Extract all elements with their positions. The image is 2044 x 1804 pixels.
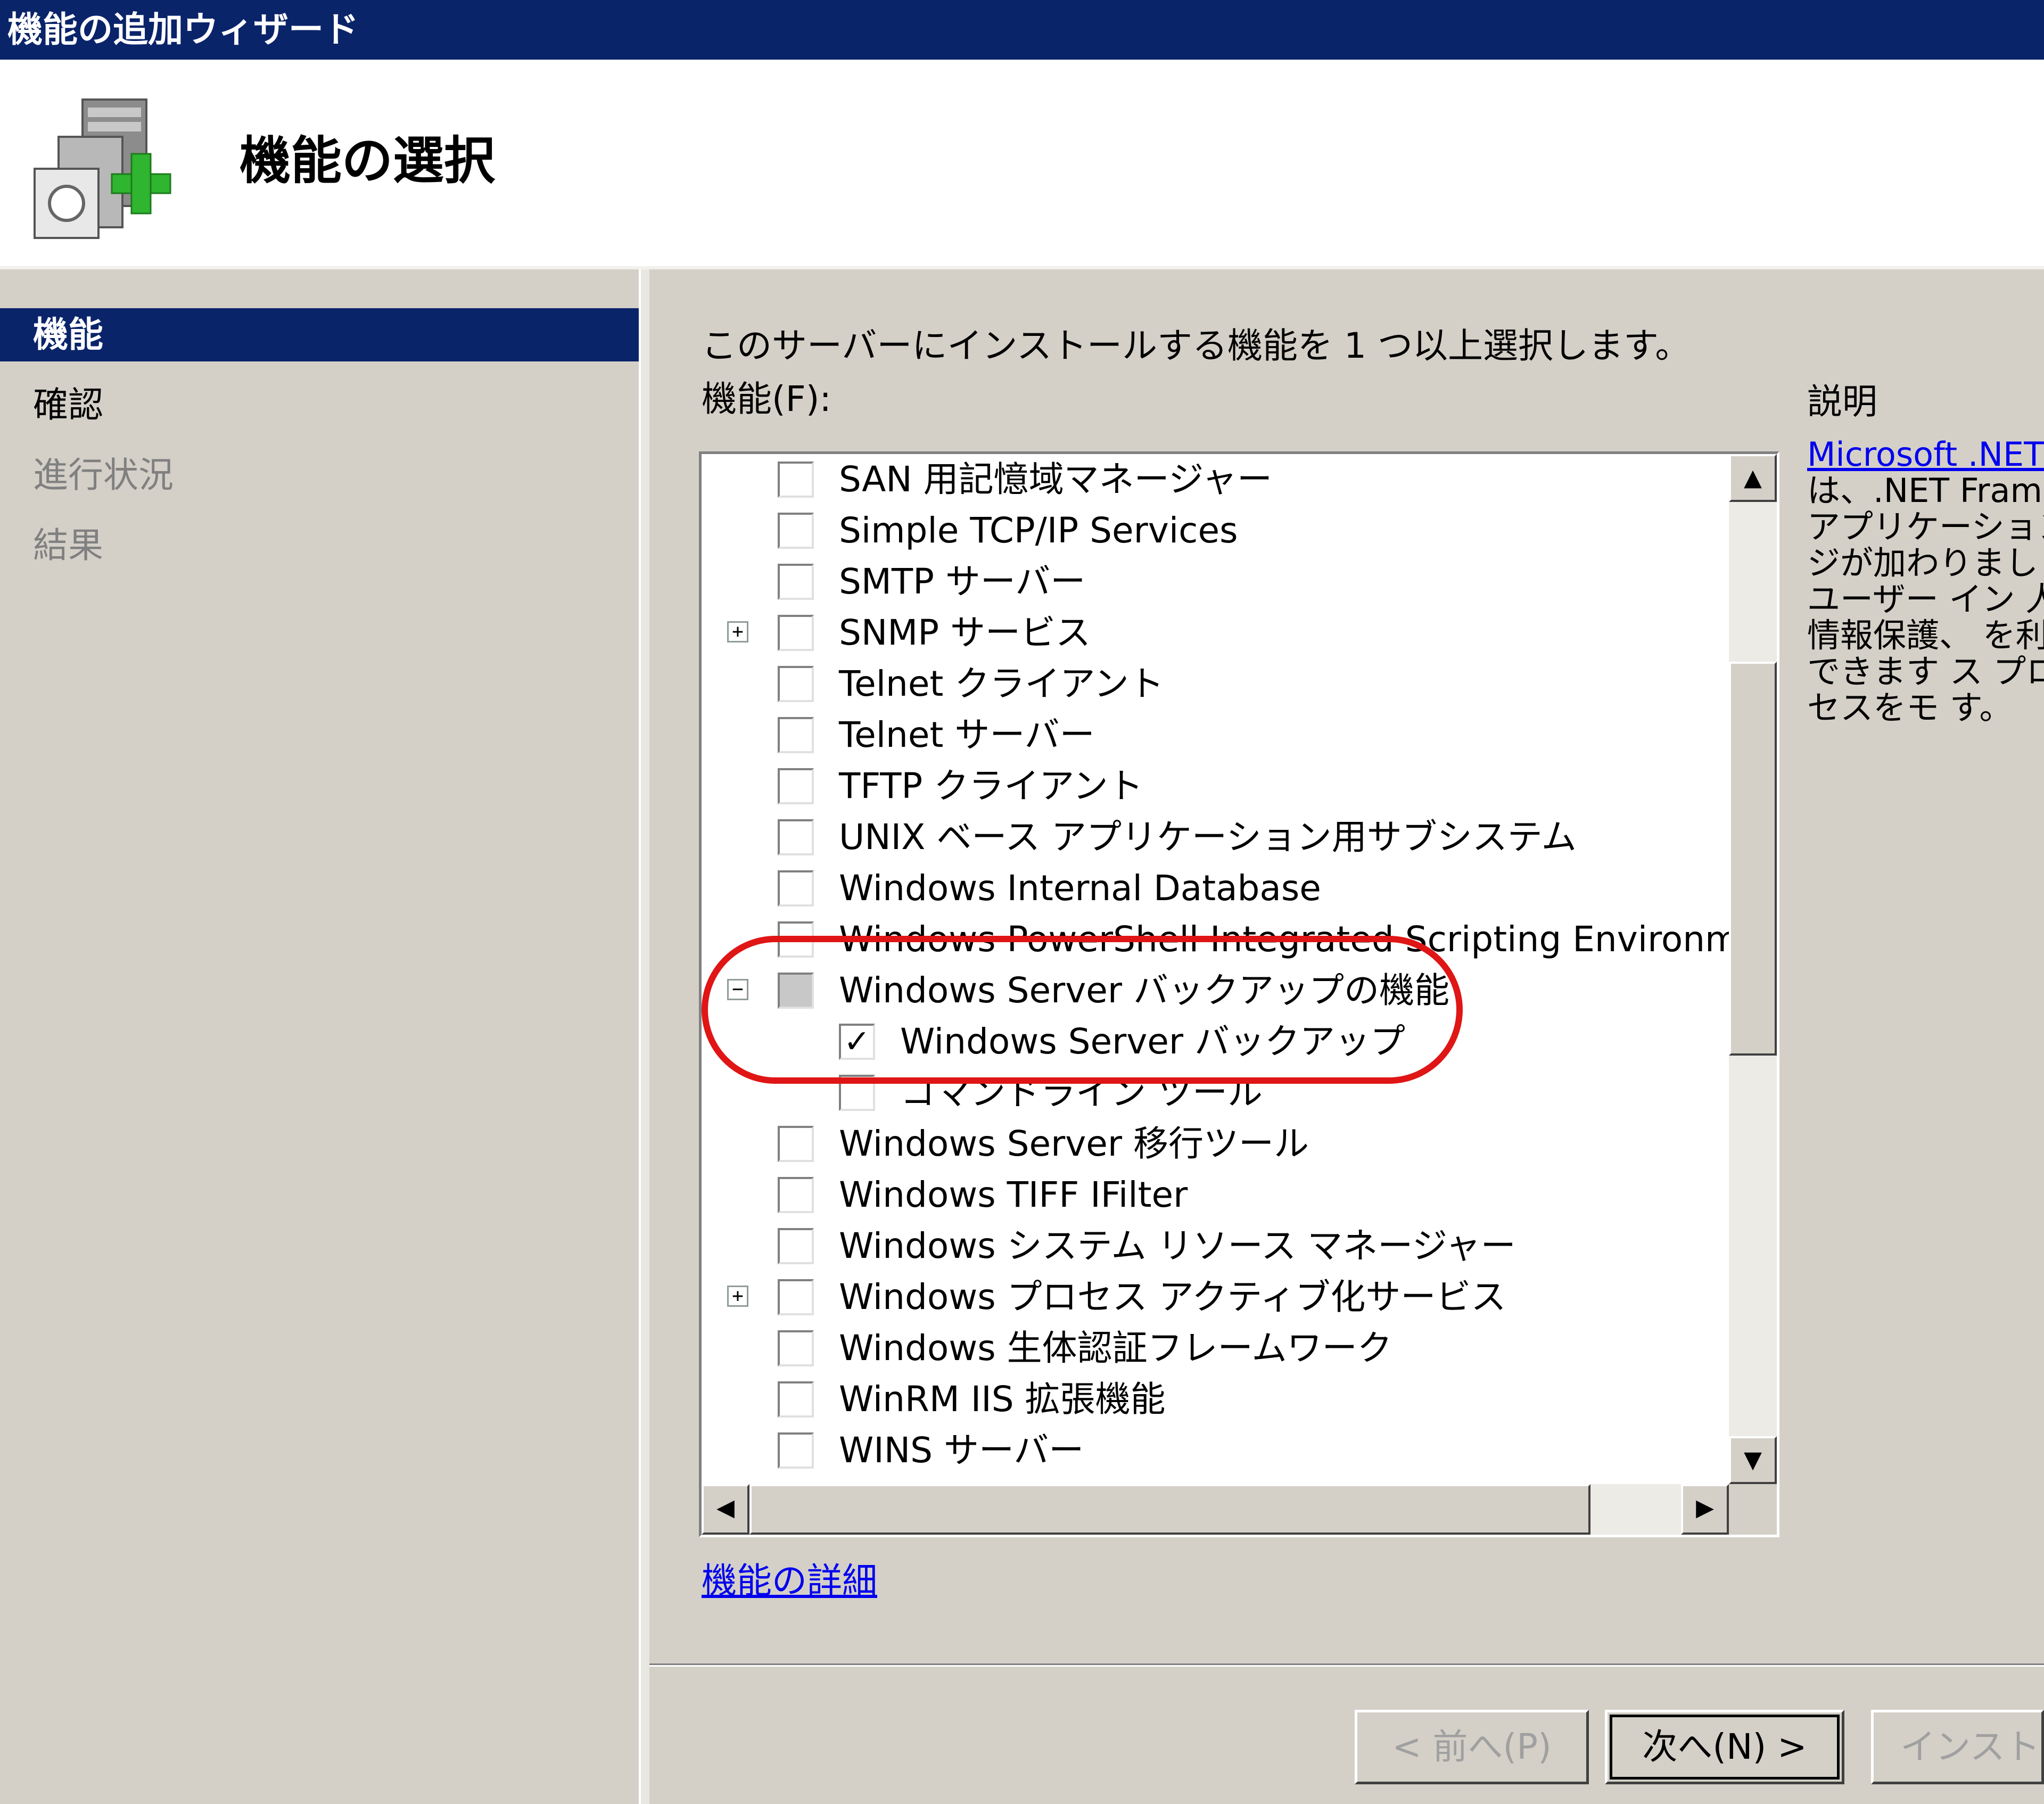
feature-label: Windows 生体認証フレームワーク	[839, 1328, 1392, 1369]
feature-label: Windows システム リソース マネージャー	[839, 1225, 1516, 1266]
sidebar-divider	[639, 269, 649, 1804]
feature-label: WINS サーバー	[839, 1430, 1084, 1471]
feature-row[interactable]: SMTP サーバー	[702, 556, 1729, 607]
feature-row[interactable]: Windows 生体認証フレームワーク	[702, 1323, 1729, 1374]
feature-checkbox[interactable]	[778, 973, 814, 1009]
feature-row[interactable]: WinRM IIS 拡張機能	[702, 1374, 1729, 1425]
feature-row[interactable]: SAN 用記憶域マネージャー	[702, 454, 1729, 505]
feature-label: Windows Server バックアップ	[900, 1021, 1406, 1062]
feature-label: SNMP サービス	[839, 612, 1091, 653]
feature-label: Windows Server バックアップの機能	[839, 970, 1450, 1011]
feature-checkbox[interactable]	[778, 1432, 814, 1469]
description-text: は、.NET Frame アプリケーション ジが加わりまし なユーザー イン 人…	[1807, 471, 2044, 726]
feature-row[interactable]: − Windows Server バックアップの機能	[702, 965, 1729, 1016]
feature-row[interactable]: Windows TIFF IFilter	[702, 1169, 1729, 1221]
feature-row[interactable]: Windows システム リソース マネージャー	[702, 1221, 1729, 1272]
feature-label: Simple TCP/IP Services	[839, 510, 1238, 551]
feature-label: Telnet サーバー	[839, 714, 1095, 755]
feature-checkbox[interactable]	[778, 1177, 814, 1213]
feature-checkbox[interactable]	[778, 921, 814, 958]
feature-label: Windows TIFF IFilter	[839, 1174, 1188, 1215]
feature-label: UNIX ベース アプリケーション用サブシステム	[839, 817, 1577, 858]
feature-checkbox[interactable]	[778, 513, 814, 549]
feature-checkbox[interactable]	[778, 1126, 814, 1162]
install-button[interactable]: インストール	[1871, 1710, 2044, 1784]
horizontal-scroll-thumb[interactable]	[749, 1484, 1590, 1535]
vertical-scroll-thumb[interactable]	[1729, 662, 1777, 1056]
feature-label: Telnet クライアント	[839, 663, 1164, 704]
feature-row[interactable]: コマンドライン ツール	[702, 1067, 1729, 1118]
feature-checkbox[interactable]	[778, 1279, 814, 1315]
feature-checkbox[interactable]	[778, 615, 814, 651]
feature-row[interactable]: + Windows プロセス アクティブ化サービス	[702, 1272, 1729, 1323]
scroll-down-button[interactable]: ▼	[1729, 1436, 1777, 1484]
features-tree-list[interactable]: SAN 用記憶域マネージャー Simple TCP/IP Services SMTP…	[699, 451, 1779, 1537]
feature-checkbox[interactable]	[778, 564, 814, 600]
feature-checkbox[interactable]	[778, 768, 814, 804]
feature-label: SMTP サーバー	[839, 561, 1086, 602]
sidebar-item-confirm: 確認	[33, 384, 103, 425]
feature-row[interactable]: Simple TCP/IP Services	[702, 505, 1729, 556]
wizard-steps-sidebar: 機能 確認 進行状況 結果	[0, 269, 641, 1804]
feature-row[interactable]: Windows PowerShell Integrated Scripting …	[702, 914, 1729, 965]
description-panel: Microsoft .NET は、.NET Frame アプリケーション ジが加…	[1807, 436, 2044, 726]
feature-checkbox[interactable]	[778, 870, 814, 907]
expand-icon[interactable]: +	[727, 621, 748, 642]
description-link[interactable]: Microsoft .NET	[1807, 436, 2044, 473]
scrollbar-corner	[1729, 1484, 1777, 1535]
feature-label: TFTP クライアント	[839, 765, 1143, 806]
back-button[interactable]: < 前へ(P)	[1355, 1710, 1589, 1784]
sidebar-item-progress: 進行状況	[33, 455, 174, 496]
feature-label: WinRM IIS 拡張機能	[839, 1379, 1166, 1420]
feature-checkbox[interactable]: ✓	[839, 1024, 875, 1060]
feature-row[interactable]: + SNMP サービス	[702, 607, 1729, 658]
feature-checkbox[interactable]	[778, 717, 814, 753]
feature-row[interactable]: UNIX ベース アプリケーション用サブシステム	[702, 812, 1729, 863]
horizontal-scrollbar[interactable]: ◀ ▶	[702, 1484, 1729, 1535]
feature-checkbox[interactable]	[778, 666, 814, 702]
feature-checkbox[interactable]	[778, 1228, 814, 1264]
description-label: 説明	[1807, 381, 1877, 422]
feature-checkbox[interactable]	[778, 462, 814, 498]
feature-label: Windows PowerShell Integrated Scripting …	[839, 919, 1729, 960]
add-features-wizard-icon	[34, 98, 171, 239]
features-list-viewport: SAN 用記憶域マネージャー Simple TCP/IP Services SMTP…	[702, 454, 1729, 1484]
feature-label: コマンドライン ツール	[900, 1072, 1263, 1113]
expand-icon[interactable]: +	[727, 1286, 748, 1307]
wizard-header: 機能の選択	[0, 60, 2044, 266]
feature-checkbox[interactable]	[839, 1075, 875, 1111]
feature-row[interactable]: WINS サーバー	[702, 1425, 1729, 1476]
feature-details-link[interactable]: 機能の詳細	[702, 1554, 877, 1608]
sidebar-item-results: 結果	[33, 525, 103, 566]
page-title: 機能の選択	[240, 131, 495, 191]
feature-label: Windows Internal Database	[839, 868, 1321, 909]
scroll-up-button[interactable]: ▲	[1729, 454, 1777, 502]
feature-row[interactable]: Windows Server 移行ツール	[702, 1118, 1729, 1169]
scroll-right-button[interactable]: ▶	[1681, 1484, 1729, 1535]
vertical-scrollbar[interactable]: ▲ ▼	[1729, 454, 1777, 1484]
feature-row[interactable]: ✓ Windows Server バックアップ	[702, 1016, 1729, 1067]
window-title: 機能の追加ウィザード	[0, 0, 2044, 60]
feature-label: Windows プロセス アクティブ化サービス	[839, 1276, 1506, 1317]
feature-row[interactable]: TFTP クライアント	[702, 761, 1729, 812]
feature-checkbox[interactable]	[778, 1381, 814, 1418]
feature-checkbox[interactable]	[778, 819, 814, 855]
footer-divider	[649, 1663, 2044, 1667]
features-label: 機能(F):	[702, 378, 831, 419]
feature-row[interactable]: Telnet クライアント	[702, 658, 1729, 710]
instruction-text: このサーバーにインストールする機能を 1 つ以上選択します。	[702, 325, 1691, 366]
feature-label: SAN 用記憶域マネージャー	[839, 459, 1272, 500]
feature-label: Windows Server 移行ツール	[839, 1123, 1309, 1164]
feature-row[interactable]: Telnet サーバー	[702, 710, 1729, 761]
scroll-left-button[interactable]: ◀	[702, 1484, 749, 1535]
next-button[interactable]: 次へ(N) >	[1605, 1710, 1844, 1784]
feature-checkbox[interactable]	[778, 1330, 814, 1366]
sidebar-item-features: 機能	[0, 308, 641, 361]
feature-row[interactable]: Windows Internal Database	[702, 863, 1729, 914]
collapse-icon[interactable]: −	[727, 979, 748, 1000]
